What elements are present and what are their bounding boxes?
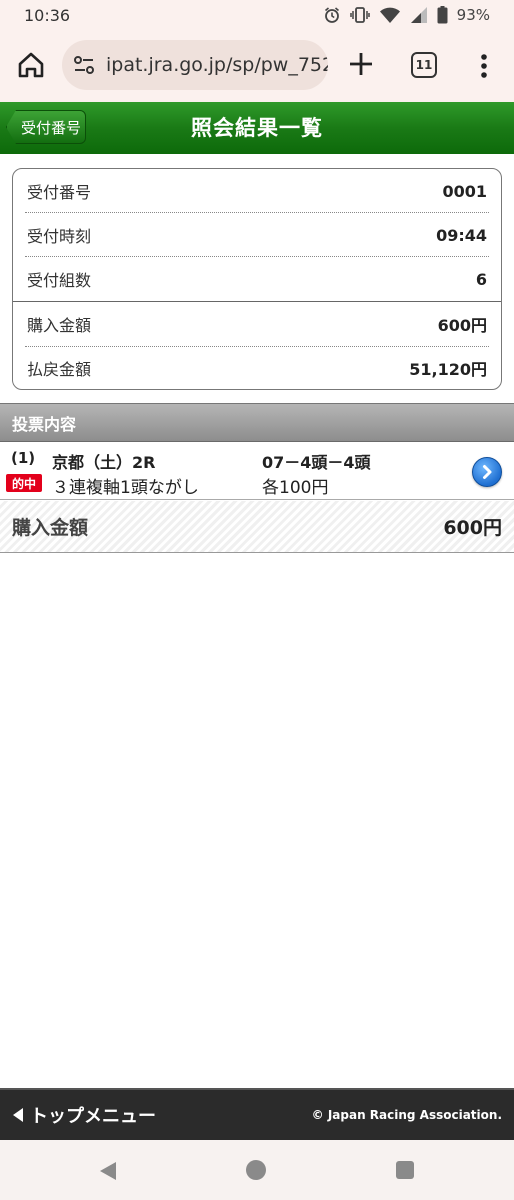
status-time: 10:36 xyxy=(24,5,71,25)
status-bar: 10:36 93% xyxy=(0,0,514,30)
signal-icon xyxy=(410,6,428,24)
system-nav-bar xyxy=(0,1140,514,1200)
battery-level: 93% xyxy=(456,6,490,24)
nav-back-icon[interactable] xyxy=(98,1160,118,1186)
info-label: 受付組数 xyxy=(27,271,92,290)
more-vert-icon[interactable] xyxy=(476,51,492,81)
info-row-set-count: 受付組数 6 xyxy=(13,257,501,301)
info-row-receipt-time: 受付時刻 09:44 xyxy=(13,213,501,257)
bet-race: 京都（土）2R xyxy=(52,453,156,472)
status-icons: 93% xyxy=(323,6,490,24)
url-text[interactable]: ipat.jra.go.jp/sp/pw_752_ xyxy=(106,54,328,76)
bet-number: (1) xyxy=(11,449,36,467)
footer: トップメニュー © Japan Racing Association. xyxy=(0,1088,514,1140)
top-menu-link[interactable]: トップメニュー xyxy=(12,1102,156,1128)
info-label: 受付番号 xyxy=(27,183,92,202)
tab-switcher-button[interactable]: 11 xyxy=(411,52,437,78)
info-row-receipt-number: 受付番号 0001 xyxy=(13,169,501,213)
info-value: 51,120円 xyxy=(409,360,487,379)
section-header-votes: 投票内容 xyxy=(0,403,514,442)
address-bar[interactable]: ipat.jra.go.jp/sp/pw_752_ xyxy=(62,40,328,90)
plus-icon[interactable] xyxy=(347,50,375,78)
bet-entry[interactable]: (1) 京都（土）2R 07－4頭－4頭 的中 ３連複軸1頭ながし 各100円 xyxy=(0,443,514,500)
wifi-icon xyxy=(379,6,401,24)
top-menu-label: トップメニュー xyxy=(30,1106,156,1127)
home-icon[interactable] xyxy=(16,50,46,80)
info-label: 払戻金額 xyxy=(27,360,92,379)
back-button[interactable]: 受付番号 xyxy=(6,110,86,144)
battery-icon xyxy=(437,6,448,24)
triangle-left-icon xyxy=(13,1108,23,1122)
nav-recents-icon[interactable] xyxy=(396,1161,414,1179)
info-value: 0001 xyxy=(442,181,487,201)
page-header: 照会結果一覧 受付番号 xyxy=(0,102,514,154)
receipt-summary-card: 受付番号 0001 受付時刻 09:44 受付組数 6 購入金額 600円 払戻… xyxy=(12,168,502,390)
bet-combination: 07－4頭－4頭 xyxy=(262,453,371,472)
info-value: 600円 xyxy=(437,316,487,335)
info-value: 09:44 xyxy=(436,225,487,245)
hit-badge: 的中 xyxy=(6,474,42,492)
info-label: 受付時刻 xyxy=(27,227,92,246)
browser-toolbar: ipat.jra.go.jp/sp/pw_752_ 11 xyxy=(0,30,514,102)
info-label: 購入金額 xyxy=(27,316,92,335)
total-value: 600円 xyxy=(443,517,502,539)
vibrate-icon xyxy=(349,6,370,24)
total-label: 購入金額 xyxy=(12,517,89,539)
nav-home-icon[interactable] xyxy=(246,1160,266,1180)
chevron-right-circle-icon[interactable] xyxy=(472,457,502,487)
info-value: 6 xyxy=(475,269,487,289)
bet-type: ３連複軸1頭ながし xyxy=(52,478,199,498)
alarm-icon xyxy=(323,6,341,24)
info-row-purchase-amount: 購入金額 600円 xyxy=(13,302,501,346)
info-row-payout-amount: 払戻金額 51,120円 xyxy=(13,346,501,390)
tune-icon[interactable] xyxy=(72,53,96,77)
bet-amount: 各100円 xyxy=(262,478,329,498)
copyright-text: © Japan Racing Association. xyxy=(311,1108,502,1122)
total-row: 購入金額 600円 xyxy=(0,501,514,553)
